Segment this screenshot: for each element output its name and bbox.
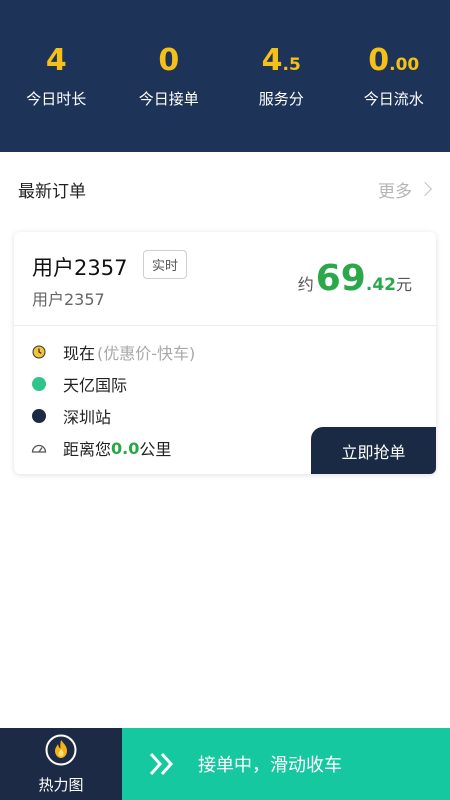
more-label: 更多 [378, 181, 412, 202]
stat-service-score: 4.5 服务分 [225, 0, 338, 152]
slide-label: 接单中，滑动收车 [198, 755, 342, 776]
green-dot-icon [31, 376, 47, 392]
stat-today-duration: 4 今日时长 [0, 0, 113, 152]
speedometer-icon [31, 440, 47, 456]
order-price: 约 69 .42 元 [298, 258, 412, 299]
price-decimal: .42 [365, 275, 396, 295]
order-user-subtitle: 用户2357 [32, 290, 105, 309]
stat-today-revenue: 0.00 今日流水 [338, 0, 450, 152]
order-time-row: 现在 (优惠价-快车) [14, 336, 436, 368]
slide-to-stop-control[interactable]: 接单中，滑动收车 [122, 728, 450, 800]
grab-order-button[interactable]: 立即抢单 [311, 427, 436, 474]
distance-value: 0.0 [111, 438, 140, 458]
stat-value: 0 [158, 43, 180, 78]
chevron-right-icon [417, 181, 433, 197]
order-destination: 深圳站 [63, 408, 112, 427]
price-unit: 元 [395, 275, 412, 294]
distance-prefix: 距离您 [63, 440, 112, 459]
order-origin: 天亿国际 [63, 376, 128, 395]
heatmap-button[interactable]: 热力图 [0, 728, 122, 800]
flame-icon [45, 734, 77, 770]
stat-label: 今日时长 [26, 90, 87, 108]
bottom-bar: 热力图 接单中，滑动收车 [0, 728, 450, 800]
heatmap-label: 热力图 [38, 775, 84, 794]
double-chevron-icon [148, 751, 176, 777]
price-prefix: 约 [297, 275, 314, 294]
stat-label: 服务分 [258, 90, 304, 108]
stat-today-orders: 0 今日接单 [113, 0, 226, 152]
stat-label: 今日接单 [138, 90, 199, 108]
stat-label: 今日流水 [363, 90, 424, 108]
price-integer: 69 [315, 258, 366, 299]
order-time-note: (优惠价-快车) [97, 344, 196, 363]
order-card[interactable]: 用户2357 实时 用户2357 约 69 .42 元 现在 (优惠价-快车) … [14, 232, 436, 474]
stat-value: 4 [45, 43, 67, 78]
latest-orders-header: 最新订单 更多 [0, 152, 450, 226]
section-title: 最新订单 [18, 181, 86, 202]
stat-value: 4.5 [261, 43, 301, 78]
order-time: 现在 [63, 344, 96, 363]
navy-dot-icon [31, 408, 47, 424]
distance-unit: 公里 [139, 440, 172, 459]
realtime-badge: 实时 [143, 250, 188, 279]
order-card-header: 用户2357 实时 用户2357 约 69 .42 元 [14, 232, 436, 326]
clock-icon [31, 344, 47, 360]
order-user-name: 用户2357 [32, 256, 128, 280]
stat-value: 0.00 [368, 43, 420, 78]
stats-header: 4 今日时长 0 今日接单 4.5 服务分 0.00 今日流水 [0, 0, 450, 152]
order-origin-row: 天亿国际 [14, 368, 436, 400]
more-link[interactable]: 更多 [378, 177, 433, 202]
